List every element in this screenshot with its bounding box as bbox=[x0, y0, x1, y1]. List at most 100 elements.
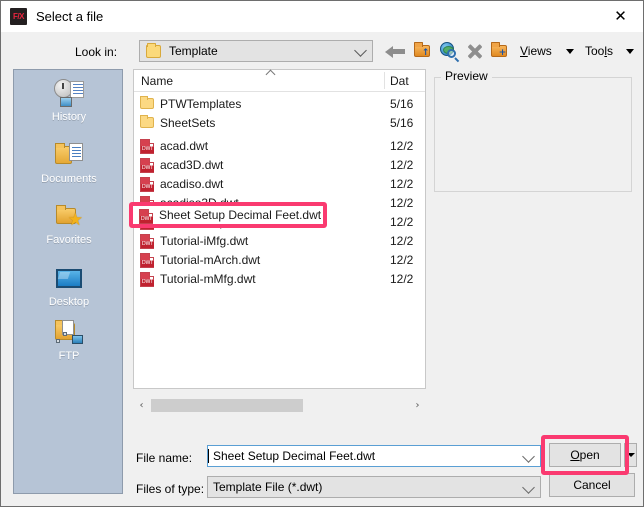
favorites-icon: ★ bbox=[14, 199, 124, 233]
look-in-label: Look in: bbox=[75, 45, 118, 59]
desktop-icon bbox=[14, 261, 124, 295]
file-date: 12/2 bbox=[390, 195, 414, 210]
list-item[interactable]: DWT acadiso.dwt 12/2 bbox=[134, 174, 425, 193]
sidebar-item-documents[interactable]: Documents bbox=[14, 138, 124, 185]
views-caret-icon[interactable] bbox=[566, 49, 574, 54]
dwt-file-icon: DWT bbox=[139, 156, 156, 173]
up-one-level-icon: ↑ bbox=[414, 42, 430, 58]
window-title: Select a file bbox=[36, 9, 104, 24]
sort-ascending-icon[interactable] bbox=[265, 69, 276, 80]
sidebar-item-favorites[interactable]: ★ Favorites bbox=[14, 199, 124, 246]
documents-icon bbox=[14, 138, 124, 172]
file-date: 12/2 bbox=[390, 176, 414, 191]
file-name: acad.dwt bbox=[160, 138, 209, 153]
tools-caret-icon[interactable] bbox=[626, 49, 634, 54]
file-date: 5/16 bbox=[390, 115, 414, 130]
files-of-type-value: Template File (*.dwt) bbox=[213, 480, 323, 494]
list-item[interactable]: SheetSets 5/16 bbox=[134, 113, 425, 132]
chevron-down-icon[interactable] bbox=[522, 450, 535, 463]
dwt-file-icon: DWT bbox=[139, 251, 156, 268]
magnifier-icon bbox=[447, 49, 456, 58]
highlighted-file-row[interactable]: DWT Sheet Setup Decimal Feet.dwt bbox=[133, 206, 323, 224]
file-name: Tutorial-mMfg.dwt bbox=[160, 271, 256, 286]
places-sidebar: History Documents ★ Favorites Desktop FT… bbox=[13, 69, 123, 494]
file-name: SheetSets bbox=[160, 115, 216, 130]
sidebar-item-label: History bbox=[51, 111, 87, 123]
chevron-down-icon[interactable] bbox=[522, 481, 535, 494]
sidebar-item-label: Favorites bbox=[46, 234, 92, 246]
app-icon: F/X bbox=[10, 8, 27, 25]
new-folder-icon: + bbox=[491, 42, 507, 58]
search-web-button[interactable] bbox=[437, 39, 461, 63]
title-bar: F/X Select a file ✕ bbox=[1, 1, 643, 32]
look-in-value: Template bbox=[169, 44, 218, 58]
sidebar-item-ftp[interactable]: FTP bbox=[14, 315, 124, 362]
cancel-button[interactable]: Cancel bbox=[549, 473, 635, 497]
tools-menu[interactable]: Tools bbox=[585, 44, 613, 58]
preview-label: Preview bbox=[441, 69, 492, 83]
dwt-file-icon: DWT bbox=[139, 232, 156, 249]
scroll-left-icon[interactable]: ‹ bbox=[133, 397, 150, 414]
file-date: 12/2 bbox=[390, 214, 414, 229]
sidebar-item-label: Documents bbox=[41, 173, 97, 185]
column-divider[interactable] bbox=[384, 72, 385, 89]
list-item[interactable]: DWT Tutorial-mMfg.dwt 12/2 bbox=[134, 269, 425, 288]
file-name: acad3D.dwt bbox=[160, 157, 224, 172]
scrollbar-thumb[interactable] bbox=[151, 399, 303, 412]
list-item[interactable]: DWT Tutorial-iMfg.dwt 12/2 bbox=[134, 231, 425, 250]
dwt-file-icon: DWT bbox=[139, 175, 156, 192]
column-header-name[interactable]: Name bbox=[141, 74, 173, 88]
column-headers: Name Dat bbox=[134, 69, 425, 92]
delete-icon bbox=[467, 44, 482, 59]
file-date: 12/2 bbox=[390, 271, 414, 286]
horizontal-scrollbar[interactable]: ‹ › bbox=[133, 397, 426, 414]
file-date: 12/2 bbox=[390, 252, 414, 267]
new-folder-button[interactable]: + bbox=[488, 39, 512, 63]
files-of-type-label: Files of type: bbox=[136, 482, 205, 496]
text-caret bbox=[208, 449, 209, 463]
sidebar-item-label: FTP bbox=[58, 350, 80, 362]
delete-button[interactable] bbox=[463, 39, 487, 63]
close-icon[interactable]: ✕ bbox=[598, 1, 643, 31]
file-list-panel: Name Dat PTWTemplates 5/16 SheetSets 5/1… bbox=[133, 69, 426, 389]
list-item[interactable]: DWT Tutorial-mArch.dwt 12/2 bbox=[134, 250, 425, 269]
dwt-file-icon: DWT bbox=[139, 270, 156, 287]
file-name: Tutorial-mArch.dwt bbox=[160, 252, 261, 267]
file-name: PTWTemplates bbox=[160, 96, 242, 111]
file-date: 12/2 bbox=[390, 233, 414, 248]
list-item[interactable]: DWT acad3D.dwt 12/2 bbox=[134, 155, 425, 174]
back-button[interactable] bbox=[383, 39, 407, 63]
files-of-type-select[interactable]: Template File (*.dwt) bbox=[207, 476, 541, 498]
history-icon bbox=[14, 76, 124, 110]
ftp-icon bbox=[14, 315, 124, 349]
file-name-label: File name: bbox=[136, 451, 193, 465]
open-dropdown-button[interactable] bbox=[624, 443, 637, 467]
list-item[interactable]: PTWTemplates 5/16 bbox=[134, 94, 425, 113]
chevron-down-icon bbox=[354, 44, 367, 57]
sidebar-item-desktop[interactable]: Desktop bbox=[14, 261, 124, 308]
scroll-right-icon[interactable]: › bbox=[409, 397, 426, 414]
dwt-file-icon: DWT bbox=[138, 207, 155, 224]
up-one-level-button[interactable]: ↑ bbox=[411, 39, 435, 63]
look-in-combo[interactable]: Template bbox=[139, 40, 373, 62]
file-name: acadiso.dwt bbox=[160, 176, 224, 191]
file-date: 12/2 bbox=[390, 138, 414, 153]
folder-icon bbox=[139, 114, 156, 131]
sidebar-item-history[interactable]: History bbox=[14, 76, 124, 123]
folder-icon bbox=[139, 95, 156, 112]
views-menu[interactable]: Views bbox=[520, 44, 552, 58]
back-icon bbox=[385, 46, 405, 58]
highlighted-file-name: Sheet Setup Decimal Feet.dwt bbox=[159, 208, 322, 222]
file-name-input[interactable]: Sheet Setup Decimal Feet.dwt bbox=[207, 445, 541, 467]
preview-pane bbox=[434, 77, 632, 192]
list-item[interactable]: DWT acad.dwt 12/2 bbox=[134, 136, 425, 155]
caret-down-icon bbox=[626, 453, 635, 457]
column-header-date[interactable]: Dat bbox=[390, 74, 422, 88]
open-button[interactable]: Open bbox=[549, 443, 621, 467]
folder-icon bbox=[146, 42, 161, 58]
select-file-dialog: F/X Select a file ✕ Look in: Template ↑ … bbox=[0, 0, 644, 507]
file-name-value: Sheet Setup Decimal Feet.dwt bbox=[213, 449, 376, 463]
file-date: 12/2 bbox=[390, 157, 414, 172]
sidebar-item-label: Desktop bbox=[48, 296, 90, 308]
dwt-file-icon: DWT bbox=[139, 137, 156, 154]
